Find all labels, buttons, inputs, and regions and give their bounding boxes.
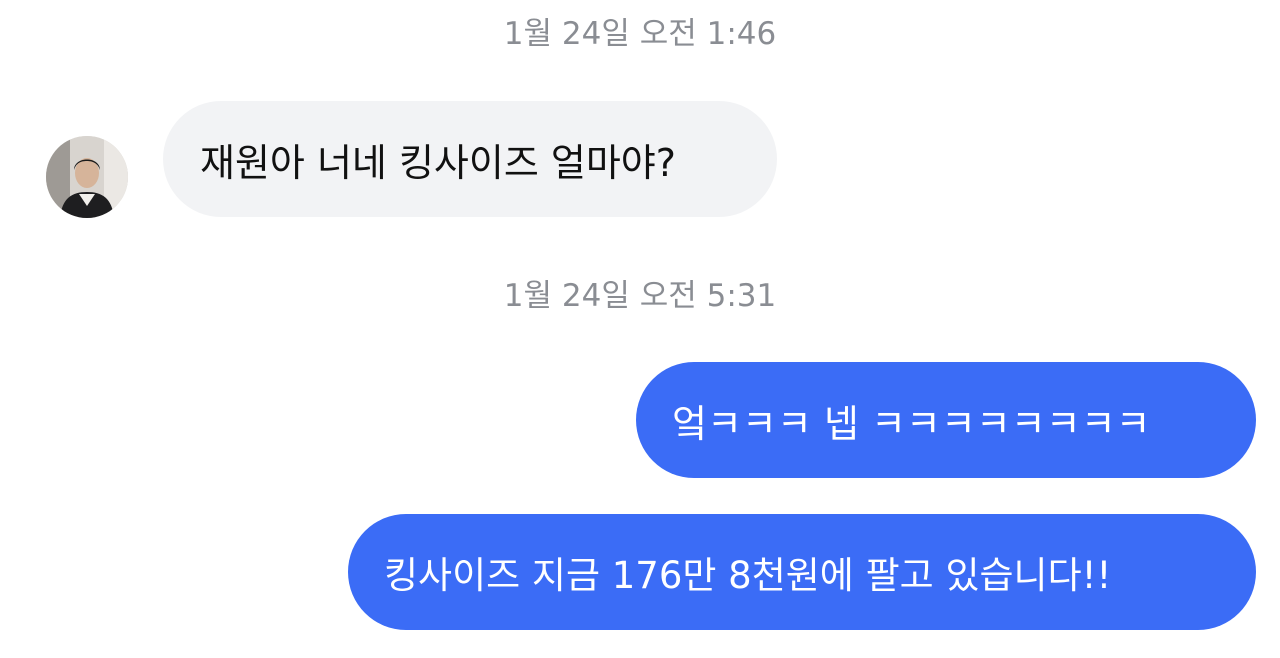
chat-thread: 1월 24일 오전 1:46 재원아 너네 킹사이즈 얼마야? 1월 24일 오… [0,0,1280,658]
profile-photo-icon [46,136,128,218]
timestamp: 1월 24일 오전 5:31 [503,278,777,314]
avatar[interactable] [46,136,128,218]
timestamp: 1월 24일 오전 1:46 [503,16,777,52]
incoming-message[interactable]: 재원아 너네 킹사이즈 얼마야? [163,101,777,217]
outgoing-message[interactable]: 킹사이즈 지금 176만 8천원에 팔고 있습니다!! [348,514,1256,630]
outgoing-message[interactable]: 엌ㅋㅋㅋ 넵 ㅋㅋㅋㅋㅋㅋㅋㅋ [636,362,1256,478]
